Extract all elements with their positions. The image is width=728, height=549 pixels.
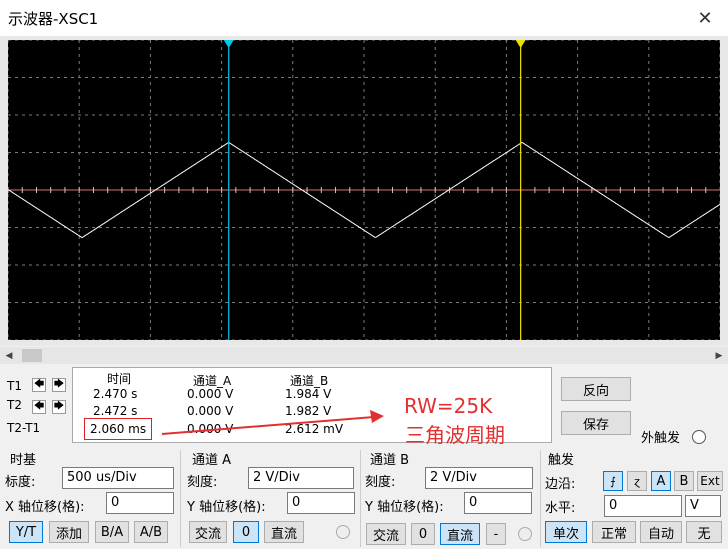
trigger-edge-label: 边沿: xyxy=(545,477,576,492)
trigger-source-ext-button[interactable]: Ext xyxy=(697,471,723,491)
trigger-source-a-button[interactable]: A xyxy=(651,471,671,491)
scroll-right-button[interactable]: ▶ xyxy=(712,347,726,364)
timebase-xpos-label: X 轴位移(格): xyxy=(5,500,85,515)
channel-a-dc-button[interactable]: 直流 xyxy=(264,521,304,543)
channel-b-dc-button[interactable]: 直流 xyxy=(440,523,480,545)
trigger-level-field[interactable]: 0 xyxy=(604,495,682,517)
horizontal-scrollbar[interactable]: ◀ ▶ xyxy=(0,347,728,364)
divider xyxy=(180,450,181,547)
channel-b-ypos-label: Y 轴位移(格): xyxy=(365,500,444,515)
mode-yt-button[interactable]: Y/T xyxy=(9,521,43,543)
falling-edge-icon: ɀ xyxy=(634,474,640,488)
channel-b-title: 通道 B xyxy=(370,453,410,468)
arrow-left-icon: 🡄 xyxy=(33,401,45,412)
reverse-button[interactable]: 反向 xyxy=(561,377,631,401)
arrow-left-icon: 🡄 xyxy=(33,379,45,390)
channel-a-scale-field[interactable]: 2 V/Div xyxy=(248,467,354,489)
annotation-rw: RW=25K xyxy=(404,394,493,418)
t1-channel-a: 0.000 V xyxy=(187,387,234,401)
channel-b-zero-button[interactable]: 0 xyxy=(411,523,435,545)
oscilloscope-screen xyxy=(8,40,720,340)
divider xyxy=(540,450,541,547)
rising-edge-icon: ⨍ xyxy=(610,474,616,488)
timebase-scale-label: 标度: xyxy=(5,475,36,490)
trigger-single-button[interactable]: 单次 xyxy=(545,521,587,543)
trigger-falling-edge-button[interactable]: ɀ xyxy=(627,471,647,491)
save-button[interactable]: 保存 xyxy=(561,411,631,435)
trigger-none-button[interactable]: 无 xyxy=(686,521,722,543)
annotation-arrow xyxy=(161,410,384,435)
t2-label: T2 xyxy=(7,398,22,412)
channel-a-ac-button[interactable]: 交流 xyxy=(189,521,227,543)
divider xyxy=(360,450,361,547)
t1-channel-b: 1.984 V xyxy=(285,387,332,401)
timebase-xpos-field[interactable]: 0 xyxy=(106,492,174,514)
waveform-display xyxy=(8,40,720,340)
channel-b-ac-button[interactable]: 交流 xyxy=(366,523,406,545)
ext-trigger-radio[interactable] xyxy=(692,430,706,444)
t2-time: 2.472 s xyxy=(93,404,138,418)
trigger-source-b-button[interactable]: B xyxy=(674,471,694,491)
channel-b-radio[interactable] xyxy=(518,527,532,541)
t1-label: T1 xyxy=(7,379,22,393)
mode-add-button[interactable]: 添加 xyxy=(49,521,89,543)
trigger-rising-edge-button[interactable]: ⨍ xyxy=(603,471,623,491)
channel-a-ypos-label: Y 轴位移(格): xyxy=(187,500,266,515)
channel-b-scale-label: 刻度: xyxy=(365,475,396,490)
channel-a-radio[interactable] xyxy=(336,525,350,539)
scroll-left-button[interactable]: ◀ xyxy=(2,347,16,364)
period-highlight-box xyxy=(84,418,152,440)
trigger-normal-button[interactable]: 正常 xyxy=(592,521,636,543)
trigger-title: 触发 xyxy=(548,453,575,468)
t2-left-button[interactable]: 🡄 xyxy=(32,400,46,414)
channel-a-scale-label: 刻度: xyxy=(187,475,218,490)
trigger-auto-button[interactable]: 自动 xyxy=(640,521,682,543)
mode-ba-button[interactable]: B/A xyxy=(95,521,129,543)
arrow-right-icon: 🡆 xyxy=(53,401,65,412)
screen-frame xyxy=(0,36,728,346)
ext-trigger-label: 外触发 xyxy=(641,431,681,446)
title-bar: 示波器-XSC1 ✕ xyxy=(0,0,728,36)
scroll-right-icon: ▶ xyxy=(715,350,723,361)
scroll-thumb[interactable] xyxy=(22,349,42,362)
cursor-1-handle[interactable] xyxy=(223,40,234,48)
channel-a-zero-button[interactable]: 0 xyxy=(233,521,259,543)
close-button[interactable]: ✕ xyxy=(682,0,728,36)
window-title: 示波器-XSC1 xyxy=(8,10,99,28)
cursor-2-handle[interactable] xyxy=(515,40,526,48)
arrow-right-icon: 🡆 xyxy=(53,379,65,390)
channel-a-title: 通道 A xyxy=(192,453,232,468)
t2-right-button[interactable]: 🡆 xyxy=(52,400,66,414)
scroll-left-icon: ◀ xyxy=(5,350,13,361)
channel-b-ypos-field[interactable]: 0 xyxy=(464,492,532,514)
t2-t1-label: T2-T1 xyxy=(7,421,41,435)
timebase-scale-field[interactable]: 500 us/Div xyxy=(62,467,174,489)
close-icon: ✕ xyxy=(697,7,713,29)
annotation-period: 三角波周期 xyxy=(405,423,505,447)
t1-left-button[interactable]: 🡄 xyxy=(32,378,46,392)
cursor-panel: T1 🡄 🡆 T2 🡄 🡆 T2-T1 时间 通道_A 通道_B 2.470 s… xyxy=(2,367,552,447)
channel-b-invert-button[interactable]: - xyxy=(486,523,506,545)
t1-time: 2.470 s xyxy=(93,387,138,401)
col-header-time: 时间 xyxy=(107,372,132,386)
channel-a-ypos-field[interactable]: 0 xyxy=(287,492,355,514)
timebase-title: 时基 xyxy=(10,453,37,468)
trigger-level-label: 水平: xyxy=(545,501,576,516)
t1-right-button[interactable]: 🡆 xyxy=(52,378,66,392)
channel-b-scale-field[interactable]: 2 V/Div xyxy=(425,467,533,489)
mode-ab-button[interactable]: A/B xyxy=(134,521,168,543)
trigger-level-unit[interactable]: V xyxy=(685,495,721,517)
